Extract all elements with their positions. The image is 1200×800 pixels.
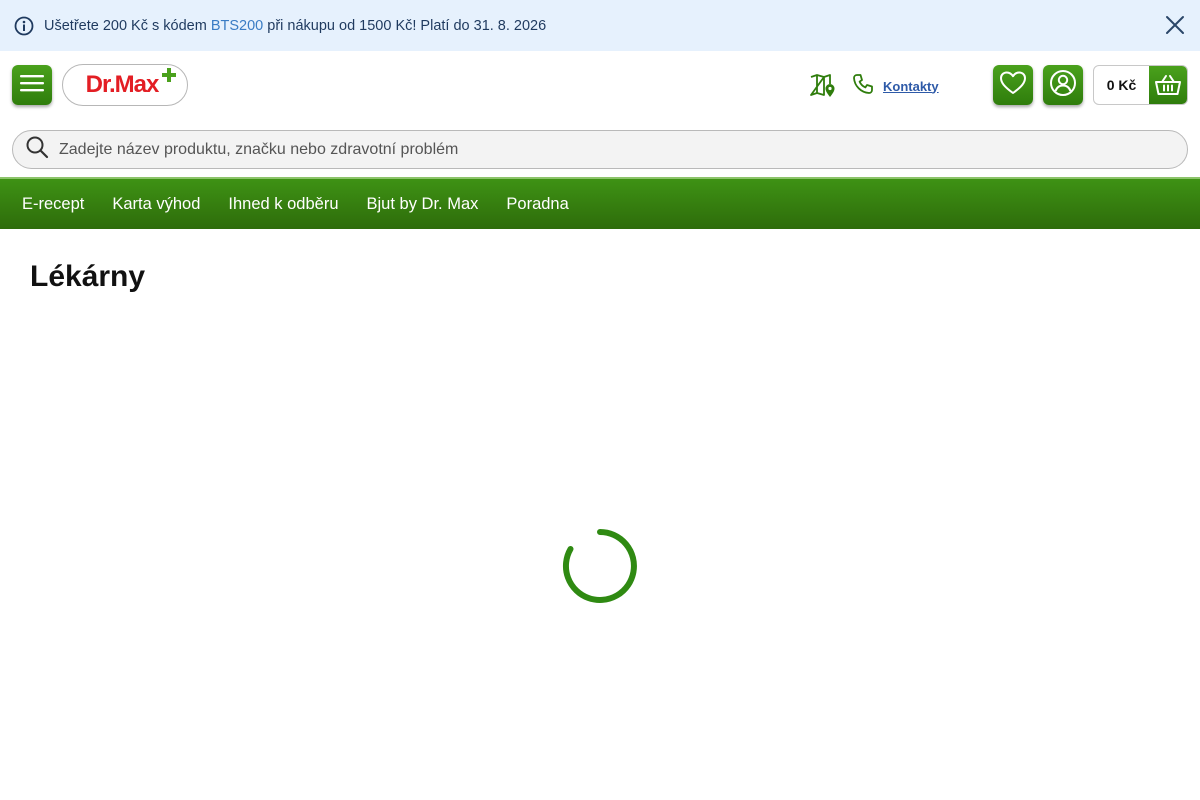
cart-button[interactable]: 0 Kč [1093,65,1188,105]
user-icon [1049,69,1077,102]
contact-link[interactable]: Kontakty [851,73,939,99]
nav-item-ihned-k-odberu[interactable]: Ihned k odběru [228,195,338,214]
promo-text: Ušetřete 200 Kč s kódem BTS200 při nákup… [44,18,546,34]
cart-amount: 0 Kč [1106,77,1137,93]
menu-button[interactable] [12,65,52,105]
site-header: Dr.Max Kontakty 0 Kč [0,51,1200,129]
close-icon[interactable] [1164,14,1186,36]
search-input[interactable] [59,140,1149,159]
nav-item-bjut[interactable]: Bjut by Dr. Max [367,195,479,214]
logo[interactable]: Dr.Max [62,64,188,106]
promo-text-before: Ušetřete 200 Kč s kódem [44,17,211,34]
store-map-button[interactable] [809,73,837,99]
promo-code: BTS200 [210,17,264,34]
phone-icon [851,72,875,101]
wishlist-button[interactable] [993,65,1033,105]
nav-item-poradna[interactable]: Poradna [506,195,568,214]
hamburger-icon [19,73,45,98]
logo-text: Dr.Max [85,71,160,98]
search-bar[interactable] [12,130,1188,169]
contact-label: Kontakty [883,78,939,94]
account-button[interactable] [1043,65,1083,105]
page-title: Lékárny [30,260,146,293]
info-icon [14,16,34,36]
promo-text-after: při nákupu od 1500 Kč! Platí do 31. 8. 2… [263,17,547,34]
promo-banner: Ušetřete 200 Kč s kódem BTS200 při nákup… [0,0,1200,51]
basket-icon [1149,66,1187,104]
spinner-icon [561,527,639,605]
search-icon[interactable] [25,135,49,164]
plus-icon [161,67,177,88]
nav-item-karta-vyhod[interactable]: Karta výhod [112,195,200,214]
map-pin-icon [809,74,837,103]
main-nav: E-recept Karta výhod Ihned k odběru Bjut… [0,177,1200,229]
heart-icon [999,70,1027,101]
nav-item-e-recept[interactable]: E-recept [22,195,84,214]
